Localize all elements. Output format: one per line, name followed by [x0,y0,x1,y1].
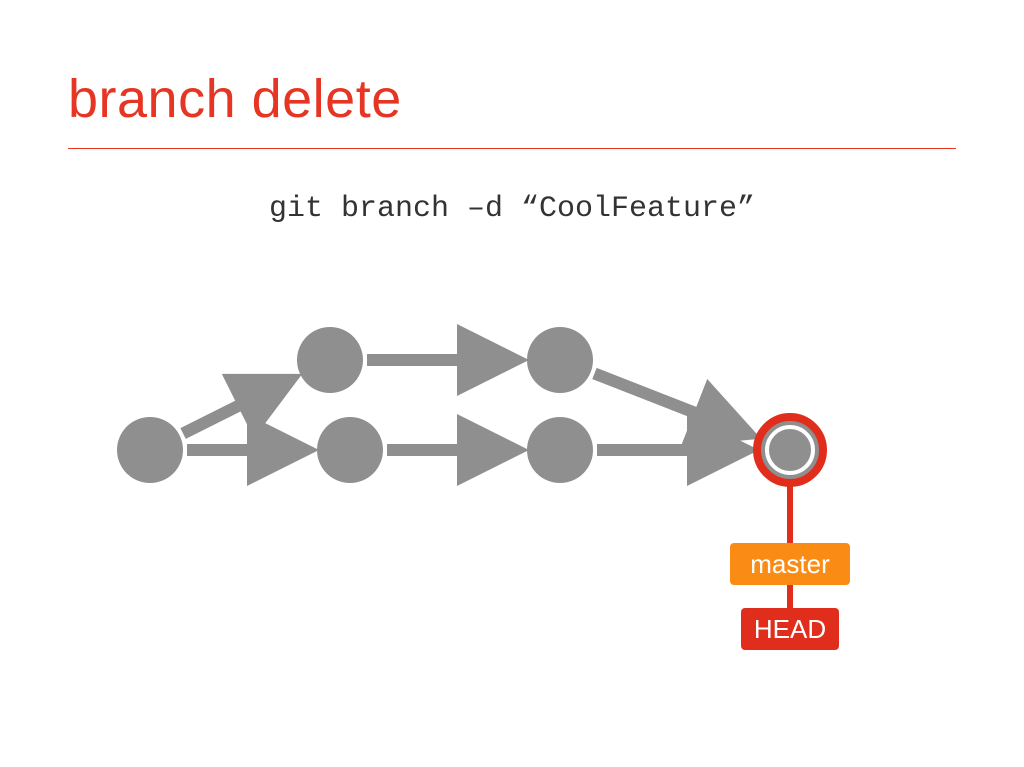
commit-node [317,417,383,483]
git-graph-diagram: master HEAD [100,300,920,680]
head-label: HEAD [741,608,839,650]
title-divider [68,148,956,149]
commit-node [117,417,183,483]
edge [183,379,291,433]
slide-title: branch delete [68,68,402,130]
commit-node [527,327,593,393]
commit-edges [183,360,750,450]
git-command-text: git branch –d “CoolFeature” [0,192,1024,226]
commit-node [297,327,363,393]
branch-label-master: master [730,543,850,585]
edge [594,373,750,434]
commit-node [527,417,593,483]
commit-nodes [117,327,823,483]
